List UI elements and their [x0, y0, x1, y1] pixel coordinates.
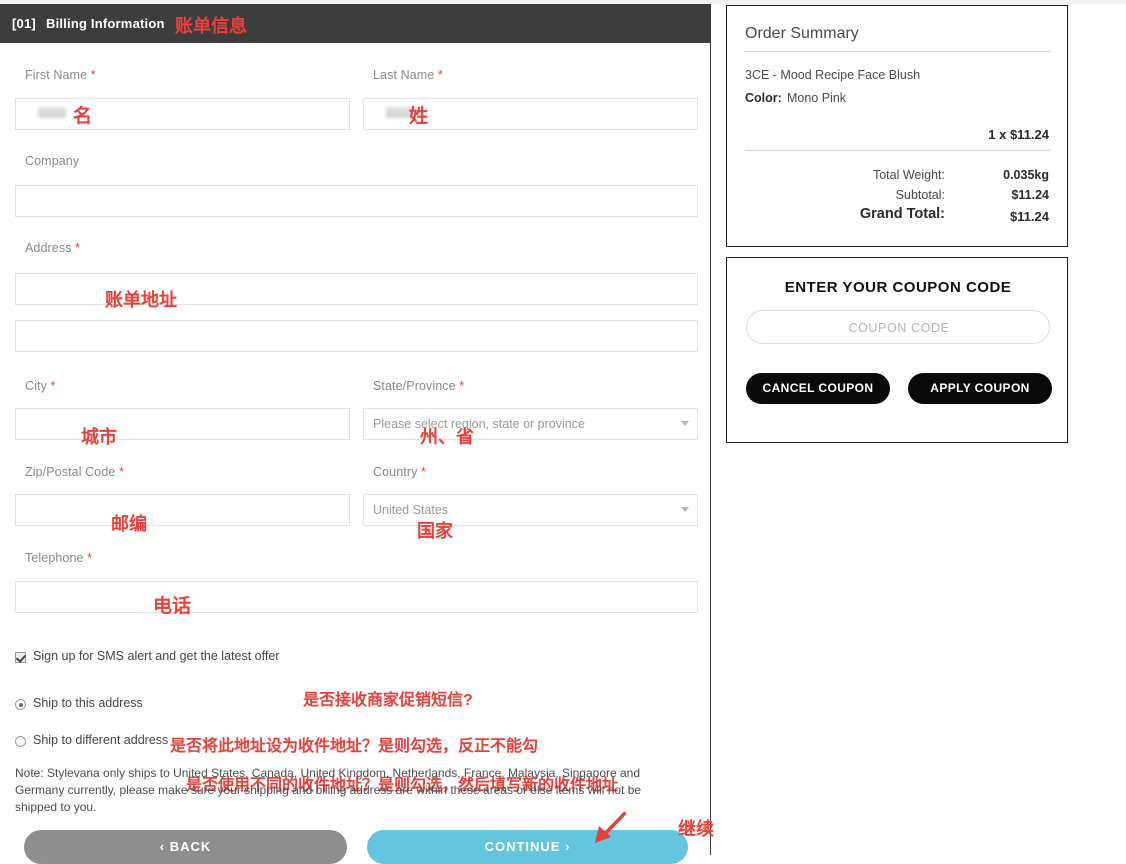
state-province-value: Please select region, state or province — [373, 417, 585, 431]
cancel-coupon-button[interactable]: CANCEL COUPON — [746, 373, 890, 404]
chevron-down-icon — [681, 421, 689, 426]
first-name-redacted-value — [38, 107, 66, 118]
shipping-note: Note: Stylevana only ships to United Sta… — [15, 765, 685, 816]
country-value: United States — [373, 503, 448, 517]
order-color-label: Color: — [745, 91, 782, 105]
annotation-first-name: 名 — [73, 101, 92, 128]
coupon-code-placeholder: COUPON CODE — [747, 321, 1051, 335]
label-state-province: State/Province * — [373, 379, 464, 393]
apply-coupon-button[interactable]: APPLY COUPON — [908, 373, 1052, 404]
annotation-sms-signup: 是否接收商家促销短信? — [303, 686, 473, 710]
annotation-last-name: 姓 — [409, 101, 428, 128]
step-annotation-cn: 账单信息 — [175, 12, 247, 38]
label-company: Company — [25, 154, 79, 168]
order-color-value: Mono Pink — [787, 91, 846, 105]
subtotal-value: $11.24 — [1011, 188, 1049, 202]
subtotal-label: Subtotal: — [745, 188, 945, 202]
radio-icon-unselected[interactable] — [15, 736, 26, 747]
back-button[interactable]: ‹ BACK — [24, 830, 347, 864]
first-name-input[interactable] — [15, 98, 350, 130]
annotation-country: 国家 — [417, 517, 453, 543]
annotation-telephone: 电话 — [153, 591, 191, 618]
radio-icon-selected[interactable] — [15, 699, 26, 710]
label-last-name: Last Name * — [373, 68, 443, 82]
zip-postal-code-input[interactable] — [15, 494, 350, 526]
sms-signup-label: Sign up for SMS alert and get the latest… — [33, 649, 279, 663]
grand-total-label: Grand Total: — [745, 206, 945, 222]
label-address: Address * — [25, 241, 80, 255]
grand-total-value: $11.24 — [1010, 209, 1049, 224]
annotation-state-province: 州、省 — [420, 423, 474, 449]
continue-button[interactable]: CONTINUE › — [367, 830, 688, 864]
label-first-name: First Name * — [25, 68, 96, 82]
coupon-title: ENTER YOUR COUPON CODE — [727, 279, 1069, 296]
annotation-zip: 邮编 — [111, 510, 147, 536]
total-weight-label: Total Weight: — [745, 168, 945, 182]
ship-to-this-address-label: Ship to this address — [33, 696, 143, 710]
coupon-code-input[interactable]: COUPON CODE — [746, 310, 1050, 344]
coupon-panel: ENTER YOUR COUPON CODE COUPON CODE CANCE… — [726, 257, 1068, 443]
annotation-arrow-icon — [592, 812, 626, 844]
telephone-input[interactable] — [15, 581, 698, 613]
billing-form-column: [01] Billing Information 账单信息 First Name… — [0, 4, 711, 855]
annotation-address: 账单地址 — [105, 286, 177, 312]
label-zip: Zip/Postal Code * — [25, 465, 124, 479]
order-product-name: 3CE - Mood Recipe Face Blush — [745, 68, 920, 82]
annotation-city: 城市 — [81, 423, 117, 449]
step-title: Billing Information — [46, 16, 165, 31]
label-telephone: Telephone * — [25, 551, 92, 565]
total-weight-value: 0.035kg — [1003, 168, 1049, 182]
chevron-down-icon — [681, 507, 689, 512]
order-qty-price: 1 x $11.24 — [988, 127, 1049, 142]
label-city: City * — [25, 379, 55, 393]
step-number: [01] — [12, 16, 36, 31]
label-country: Country * — [373, 465, 426, 479]
order-summary-panel: Order Summary 3CE - Mood Recipe Face Blu… — [726, 5, 1068, 247]
address-line-2-input[interactable] — [15, 320, 698, 352]
city-input[interactable] — [15, 408, 350, 440]
annotation-ship-to-this-address: 是否将此地址设为收件地址？是则勾选，反正不能勾 — [170, 732, 538, 756]
divider — [745, 51, 1051, 52]
checkbox-icon-checked[interactable] — [15, 652, 26, 663]
order-summary-title: Order Summary — [745, 25, 859, 43]
ship-to-different-address-label: Ship to different address — [33, 733, 168, 747]
state-province-select[interactable]: Please select region, state or province — [363, 408, 698, 440]
company-input[interactable] — [15, 185, 698, 217]
annotation-continue-cn: 继续 — [678, 815, 714, 841]
divider — [745, 150, 1051, 151]
step-header: [01] Billing Information 账单信息 — [0, 4, 711, 43]
country-select[interactable]: United States — [363, 494, 698, 526]
